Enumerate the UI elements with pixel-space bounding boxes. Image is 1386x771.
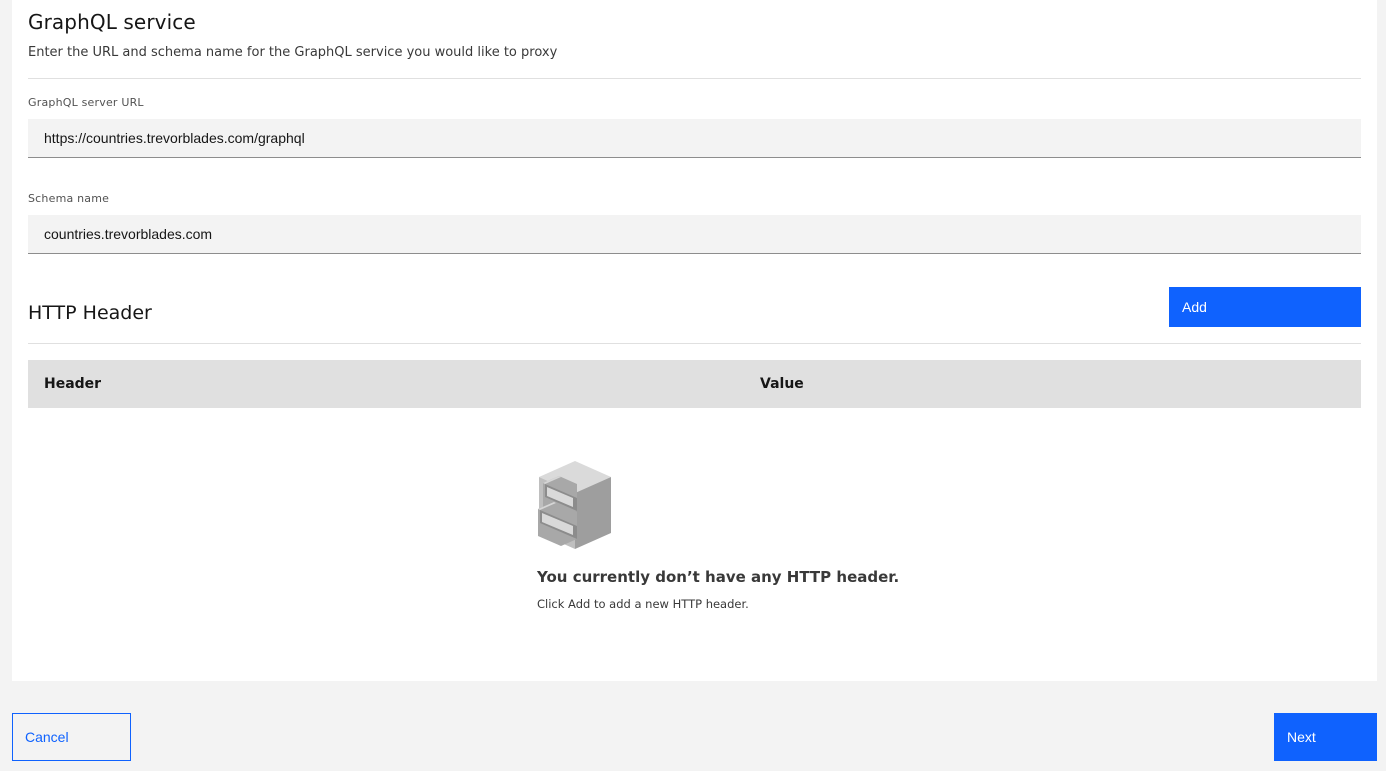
server-url-input[interactable] — [28, 119, 1361, 158]
section-description: Enter the URL and schema name for the Gr… — [28, 45, 558, 60]
cancel-button[interactable]: Cancel — [12, 713, 131, 761]
section-title: GraphQL service — [28, 10, 196, 34]
header-table-head: Header Value — [28, 360, 1361, 408]
divider — [28, 78, 1361, 79]
divider — [28, 343, 1361, 344]
empty-state-subtitle: Click Add to add a new HTTP header. — [537, 597, 749, 611]
column-header-value: Value — [760, 376, 804, 392]
http-header-title: HTTP Header — [28, 302, 152, 324]
filing-cabinet-icon — [538, 461, 611, 549]
schema-name-label: Schema name — [28, 192, 110, 205]
schema-name-input[interactable] — [28, 215, 1361, 254]
column-header-header: Header — [44, 376, 102, 392]
add-header-button[interactable]: Add — [1169, 287, 1361, 327]
next-button[interactable]: Next — [1274, 713, 1377, 761]
empty-state-title: You currently don’t have any HTTP header… — [537, 568, 900, 586]
server-url-label: GraphQL server URL — [28, 96, 144, 109]
form-panel: GraphQL service Enter the URL and schema… — [12, 0, 1377, 681]
